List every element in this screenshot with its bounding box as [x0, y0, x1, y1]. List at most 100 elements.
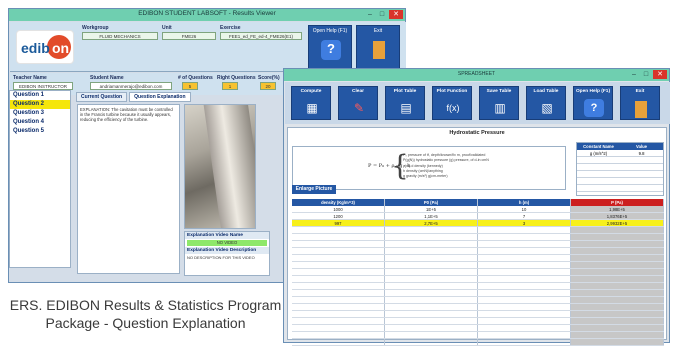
table-row[interactable]	[292, 227, 664, 234]
constants-row[interactable]	[577, 164, 663, 171]
table-cell[interactable]	[292, 297, 385, 303]
table-cell[interactable]	[571, 311, 664, 317]
table-cell[interactable]	[571, 248, 664, 254]
sidebar-item-question-5[interactable]: Question 5	[10, 127, 70, 136]
exit-button[interactable]: Exit	[620, 86, 660, 120]
table-cell[interactable]	[292, 269, 385, 275]
table-row[interactable]	[292, 262, 664, 269]
table-cell[interactable]	[478, 255, 571, 261]
tab-question-explanation[interactable]: Question Explanation	[129, 92, 191, 102]
table-cell[interactable]	[385, 311, 478, 317]
constant-name-cell[interactable]	[577, 178, 620, 184]
plot-function-button[interactable]: Plot Function f(x)	[432, 86, 472, 120]
table-cell[interactable]	[385, 339, 478, 345]
sidebar-item-question-3[interactable]: Question 3	[10, 109, 70, 118]
table-cell[interactable]	[571, 234, 664, 240]
table-row[interactable]	[292, 269, 664, 276]
table-row[interactable]	[292, 283, 664, 290]
constant-name-cell[interactable]	[577, 185, 620, 191]
enlarge-picture-button[interactable]: Enlarge Picture	[292, 185, 336, 194]
table-cell[interactable]	[385, 283, 478, 289]
table-row[interactable]	[292, 304, 664, 311]
open-help-button[interactable]: Open Help (F1) ?	[308, 25, 352, 69]
table-cell[interactable]	[385, 234, 478, 240]
table-cell[interactable]	[292, 276, 385, 282]
table-cell[interactable]	[571, 269, 664, 275]
table-row[interactable]	[292, 297, 664, 304]
table-cell[interactable]: 3	[478, 220, 571, 226]
table-row[interactable]	[292, 276, 664, 283]
table-row[interactable]	[292, 332, 664, 339]
table-cell[interactable]	[478, 248, 571, 254]
table-cell[interactable]	[571, 255, 664, 261]
table-cell[interactable]: 1200	[292, 213, 385, 219]
table-row[interactable]	[292, 255, 664, 262]
maximize-icon[interactable]: □	[377, 10, 387, 19]
table-cell[interactable]	[571, 325, 664, 331]
table-cell[interactable]	[571, 241, 664, 247]
minimize-icon[interactable]: –	[365, 10, 375, 19]
table-cell[interactable]	[571, 227, 664, 233]
constant-name-cell[interactable]	[577, 171, 620, 177]
table-cell[interactable]	[385, 290, 478, 296]
save-table-button[interactable]: Save Table ▥	[479, 86, 519, 120]
table-cell[interactable]	[292, 332, 385, 338]
sidebar-item-question-1[interactable]: Question 1	[10, 91, 70, 100]
constant-value-cell[interactable]	[620, 171, 663, 177]
constant-value-cell[interactable]: 9.8	[620, 150, 663, 156]
table-cell[interactable]	[571, 297, 664, 303]
table-row[interactable]	[292, 318, 664, 325]
table-cell[interactable]	[478, 325, 571, 331]
constants-row[interactable]	[577, 157, 663, 164]
table-cell[interactable]	[478, 339, 571, 345]
table-cell[interactable]	[292, 311, 385, 317]
close-icon[interactable]: ✕	[653, 70, 667, 79]
table-cell[interactable]	[478, 269, 571, 275]
table-cell[interactable]: 997	[292, 220, 385, 226]
table-cell[interactable]	[292, 241, 385, 247]
sidebar-item-question-4[interactable]: Question 4	[10, 118, 70, 127]
table-cell[interactable]	[478, 290, 571, 296]
table-cell[interactable]	[478, 297, 571, 303]
table-cell[interactable]	[292, 325, 385, 331]
table-cell[interactable]	[292, 283, 385, 289]
table-cell[interactable]	[292, 262, 385, 268]
table-cell[interactable]	[385, 325, 478, 331]
table-cell[interactable]	[292, 318, 385, 324]
constant-value-cell[interactable]	[620, 157, 663, 163]
table-cell[interactable]: 2,9932E+5	[571, 220, 664, 226]
table-cell[interactable]	[571, 276, 664, 282]
constant-name-cell[interactable]	[577, 164, 620, 170]
table-cell[interactable]	[385, 269, 478, 275]
table-cell[interactable]: 1,1E+5	[385, 213, 478, 219]
exit-button[interactable]: Exit	[356, 25, 400, 69]
tab-current-question[interactable]: Current Question	[76, 92, 128, 102]
table-cell[interactable]	[478, 304, 571, 310]
maximize-icon[interactable]: □	[641, 70, 651, 79]
table-cell[interactable]	[385, 276, 478, 282]
table-cell[interactable]	[385, 262, 478, 268]
table-cell[interactable]	[292, 339, 385, 345]
table-cell[interactable]	[385, 304, 478, 310]
table-row[interactable]: 1200 1,1E+5 7 1,8376E+5	[292, 213, 664, 220]
table-cell[interactable]	[385, 332, 478, 338]
table-cell[interactable]	[385, 297, 478, 303]
table-cell[interactable]	[571, 318, 664, 324]
table-cell[interactable]: 7	[478, 213, 571, 219]
constant-name-cell[interactable]: g (m/s^2)	[577, 150, 620, 156]
table-cell[interactable]	[478, 332, 571, 338]
sidebar-item-question-2[interactable]: Question 2	[10, 100, 70, 109]
table-cell[interactable]	[571, 262, 664, 268]
constant-value-cell[interactable]	[620, 164, 663, 170]
constants-row[interactable]	[577, 185, 663, 192]
constants-row[interactable]	[577, 178, 663, 185]
table-cell[interactable]	[571, 290, 664, 296]
table-cell[interactable]	[478, 276, 571, 282]
table-row[interactable]	[292, 248, 664, 255]
load-table-button[interactable]: Load Table ▧	[526, 86, 566, 120]
compute-button[interactable]: Compute ▦	[291, 86, 331, 120]
table-cell[interactable]	[478, 318, 571, 324]
table-cell[interactable]	[478, 227, 571, 233]
table-cell[interactable]	[571, 332, 664, 338]
table-row[interactable]	[292, 241, 664, 248]
